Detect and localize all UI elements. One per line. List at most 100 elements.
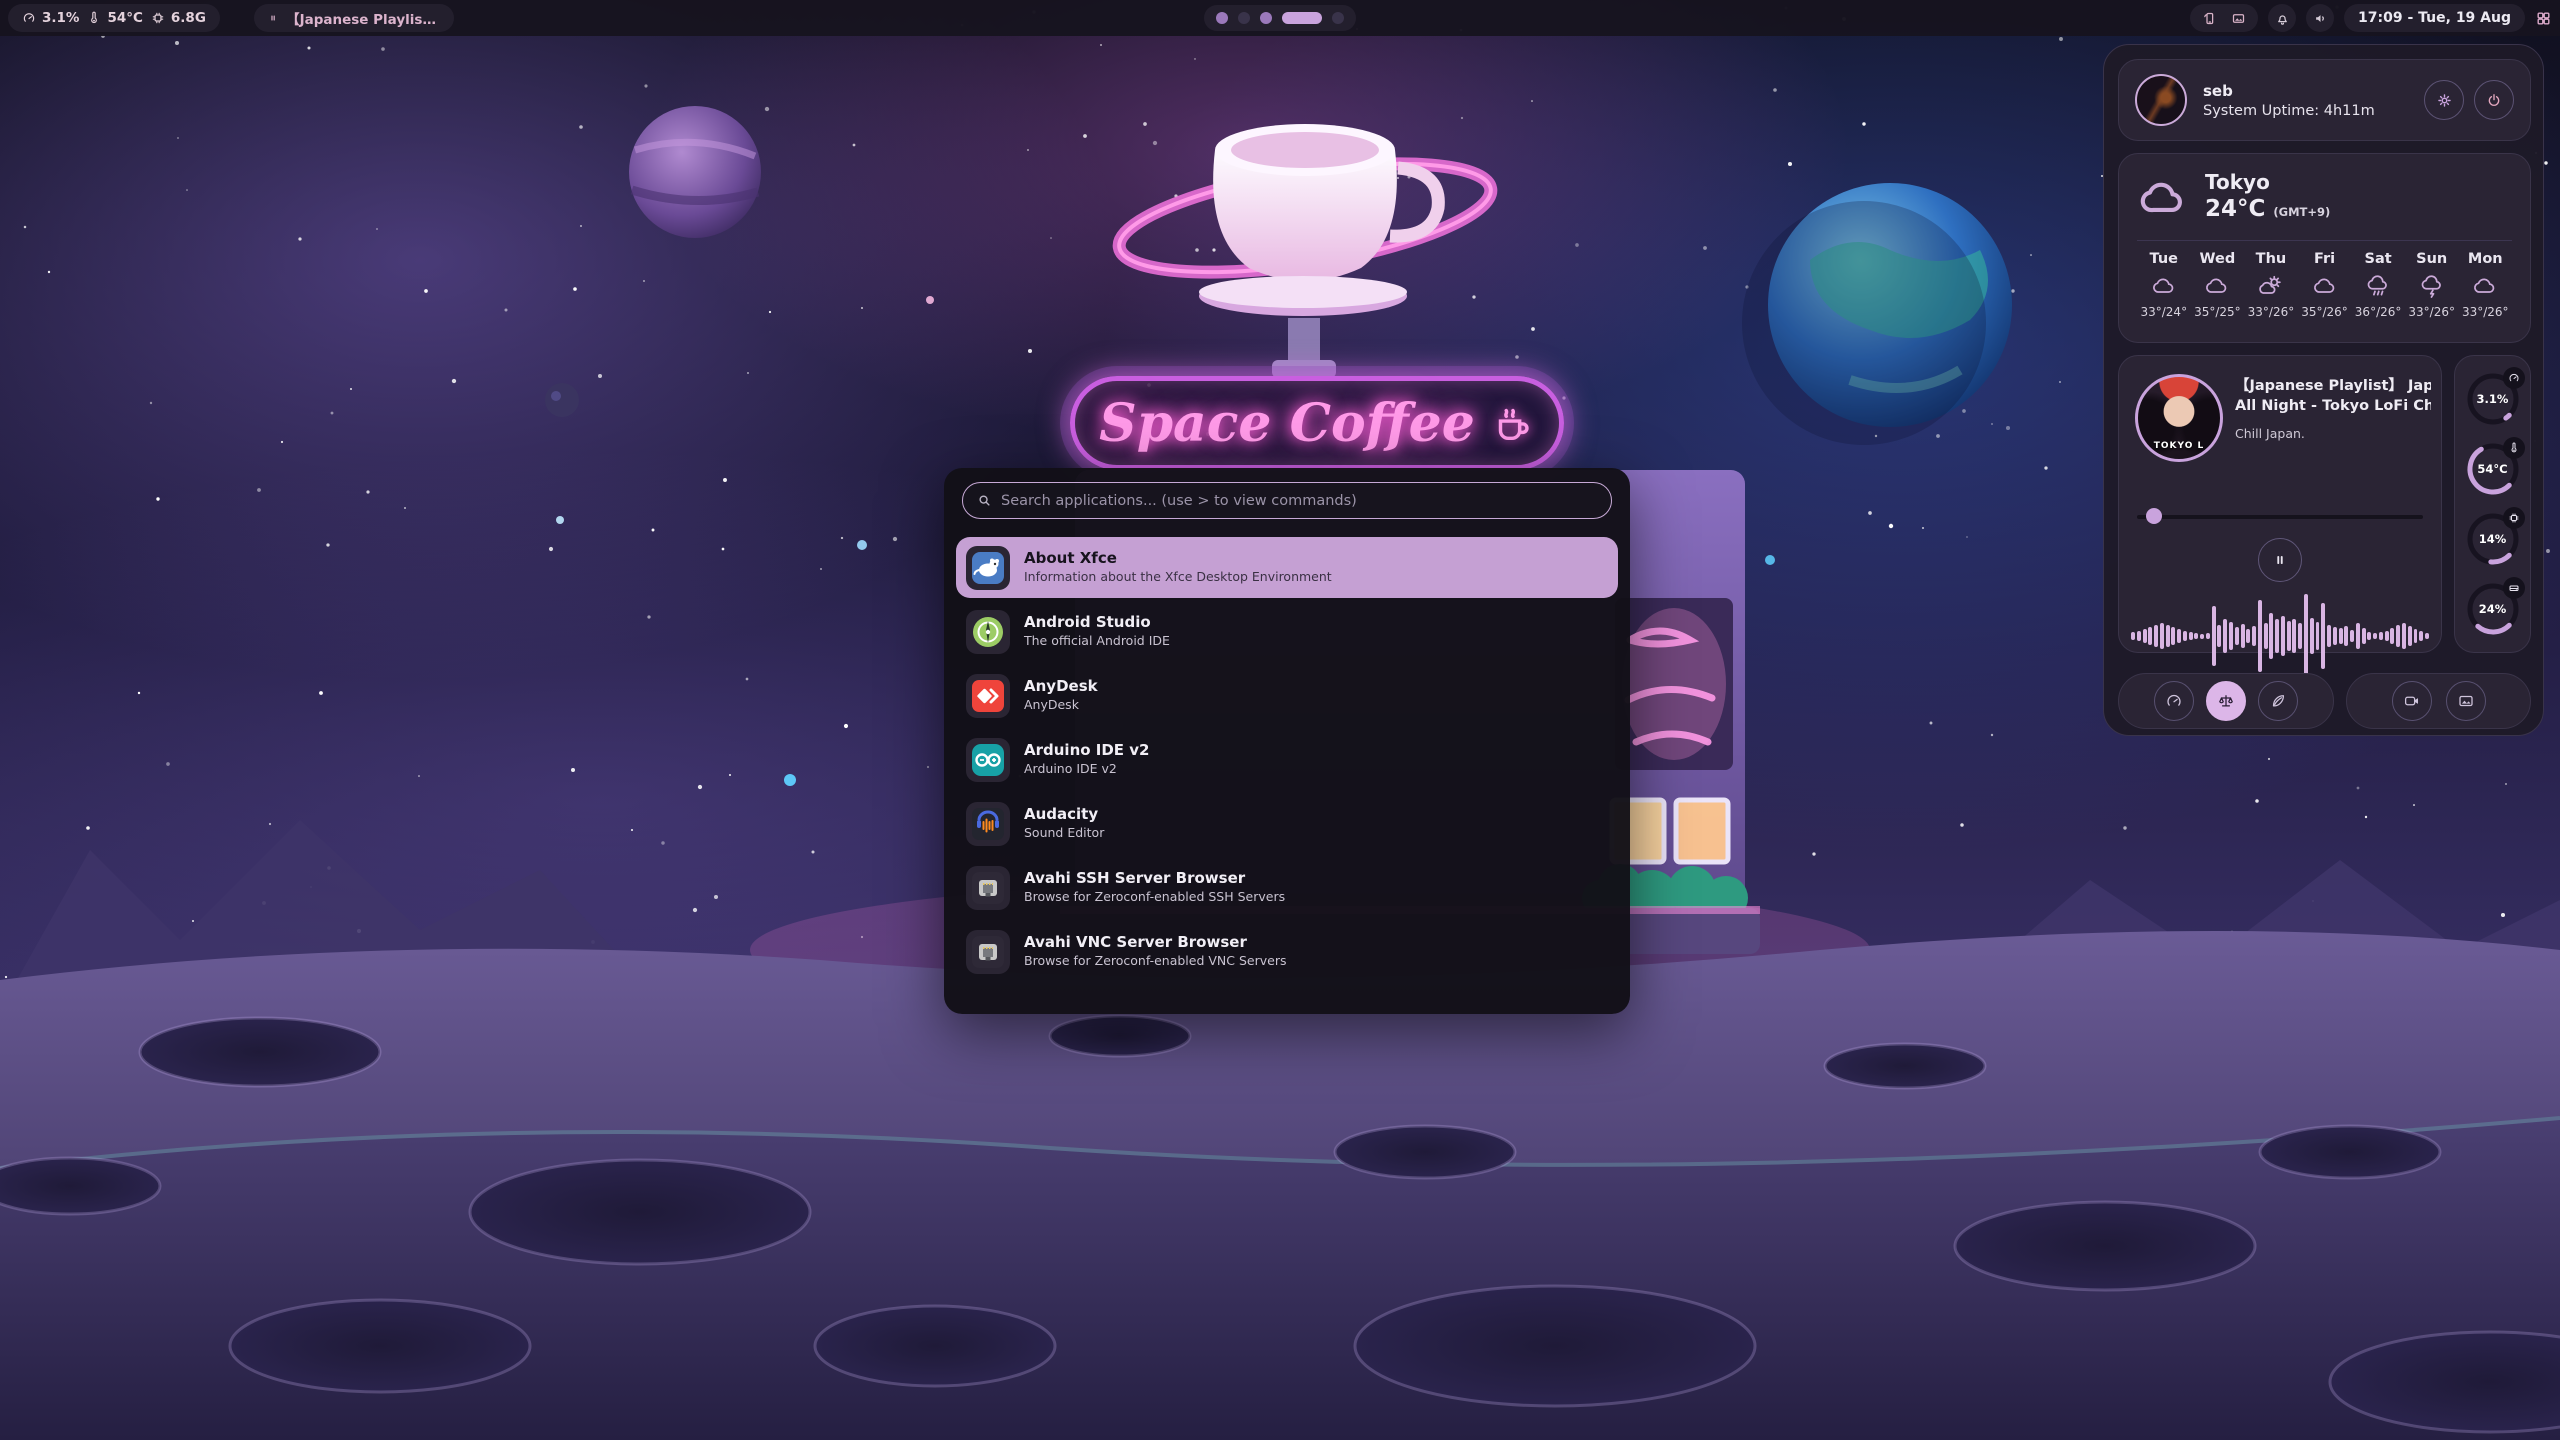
track-title-line1: 【Japanese Playlist】 Japan [2235, 376, 2431, 396]
speedometer-icon [2503, 367, 2525, 389]
gauge-value: 3.1% [2464, 392, 2522, 406]
app-name: Audacity [1024, 805, 1104, 825]
forecast-day: Mon [2468, 251, 2503, 267]
thermometer-icon [87, 11, 101, 25]
gauge-value: 24% [2464, 602, 2522, 616]
workspace-5-empty[interactable] [1332, 12, 1344, 24]
app-description: Browse for Zeroconf-enabled SSH Servers [1024, 889, 1285, 906]
workspace-3-occupied[interactable] [1260, 12, 1272, 24]
visualizer-bar [2252, 626, 2256, 646]
forecast-temps: 35°/26° [2301, 305, 2348, 319]
seek-knob[interactable] [2146, 508, 2162, 524]
visualizer-bar [2206, 633, 2210, 639]
avatar [2135, 74, 2187, 126]
cloud-icon [2204, 273, 2230, 299]
app-description: Browse for Zeroconf-enabled VNC Servers [1024, 953, 1286, 970]
clock-pill[interactable]: 17:09 - Tue, 19 Aug [2344, 4, 2525, 32]
chip-icon [2503, 507, 2525, 529]
visualizer-bar [2264, 623, 2268, 649]
visualizer-bar [2419, 631, 2423, 641]
app-row-android-studio[interactable]: Android StudioThe official Android IDE [956, 601, 1618, 662]
seek-bar[interactable] [2137, 508, 2423, 524]
forecast-tue: Tue33°/24° [2137, 251, 2191, 319]
power-profile-scales-active[interactable] [2206, 681, 2246, 721]
capture-card [2346, 673, 2531, 729]
user-card: seb System Uptime: 4h11m [2118, 59, 2531, 141]
album-art: TOKYO L [2135, 374, 2223, 462]
visualizer-bar [2258, 600, 2262, 672]
visualizer-bar [2367, 632, 2371, 640]
search-box[interactable] [962, 482, 1612, 519]
power-profile-leaf[interactable] [2258, 681, 2298, 721]
xfce-app-icon [966, 546, 1010, 590]
thermometer-icon [2503, 437, 2525, 459]
forecast-temps: 35°/25° [2194, 305, 2241, 319]
forecast-day: Thu [2256, 251, 2287, 267]
forecast-temps: 33°/26° [2462, 305, 2509, 319]
image-capture-button[interactable] [2446, 681, 2486, 721]
power-profile-speedometer[interactable] [2154, 681, 2194, 721]
arduino-app-icon [966, 738, 1010, 782]
visualizer-bar [2362, 628, 2366, 644]
partly-sunny-icon [2258, 273, 2284, 299]
search-input[interactable] [1001, 493, 1597, 509]
forecast-day: Sun [2416, 251, 2447, 267]
wallpaper-icon[interactable] [2231, 11, 2246, 26]
visualizer-bar [2177, 629, 2181, 643]
visualizer-bar [2298, 623, 2302, 649]
visualizer-bar [2194, 633, 2198, 639]
speedometer-icon [22, 11, 36, 25]
app-description: Arduino IDE v2 [1024, 761, 1150, 778]
forecast-temps: 36°/26° [2355, 305, 2402, 319]
visualizer-bar [2212, 606, 2216, 666]
visualizer-bar [2390, 628, 2394, 644]
visualizer-bar [2356, 623, 2360, 649]
forecast-day: Fri [2314, 251, 2335, 267]
visualizer-bar [2200, 634, 2204, 639]
app-row-arduino-ide-v2[interactable]: Arduino IDE v2Arduino IDE v2 [956, 729, 1618, 790]
visualizer-bar [2229, 622, 2233, 650]
forecast-day: Tue [2150, 251, 2178, 267]
workspace-1-occupied[interactable] [1216, 12, 1228, 24]
notifications-button[interactable] [2268, 4, 2296, 32]
now-playing-pill[interactable]: 【Japanese Playlist】 J... [254, 4, 454, 32]
forecast-temps: 33°/26° [2248, 305, 2295, 319]
audacity-app-icon [966, 802, 1010, 846]
video-capture-button[interactable] [2392, 681, 2432, 721]
power-button[interactable] [2474, 80, 2514, 120]
visualizer-bar [2269, 613, 2273, 659]
app-row-audacity[interactable]: AudacitySound Editor [956, 793, 1618, 854]
pause-button[interactable] [2258, 538, 2302, 582]
visualizer-bar [2246, 629, 2250, 643]
app-row-anydesk[interactable]: AnyDeskAnyDesk [956, 665, 1618, 726]
phone-link-icon[interactable] [2202, 11, 2217, 26]
system-uptime: System Uptime: 4h11m [2203, 103, 2375, 119]
app-row-avahi-vnc-server-browser[interactable]: Avahi VNC Server BrowserBrowse for Zeroc… [956, 921, 1618, 982]
visualizer-bar [2217, 625, 2221, 647]
dashboard-icon[interactable] [2535, 10, 2552, 27]
network-app-icon [966, 866, 1010, 910]
weather-cloud-icon [2137, 172, 2189, 228]
anydesk-app-icon [966, 674, 1010, 718]
workspace-4-active[interactable] [1282, 12, 1322, 24]
visualizer-bar [2425, 633, 2429, 639]
workspace-2-empty[interactable] [1238, 12, 1250, 24]
app-description: Information about the Xfce Desktop Envir… [1024, 569, 1332, 586]
control-panel: seb System Uptime: 4h11m Tokyo 24°C (GMT… [2103, 44, 2544, 736]
workspace-indicator[interactable] [1204, 5, 1356, 31]
system-stats-pill[interactable]: 3.1%54°C6.8G [8, 4, 220, 32]
settings-button[interactable] [2424, 80, 2464, 120]
seek-track [2137, 515, 2423, 519]
visualizer-bar [2287, 621, 2291, 651]
visualizer-bar [2408, 626, 2412, 646]
visualizer-bar [2344, 626, 2348, 646]
app-row-about-xfce[interactable]: About XfceInformation about the Xfce Des… [956, 537, 1618, 598]
app-row-avahi-ssh-server-browser[interactable]: Avahi SSH Server BrowserBrowse for Zeroc… [956, 857, 1618, 918]
app-name: Avahi VNC Server Browser [1024, 933, 1286, 953]
now-playing-label: 【Japanese Playlist】 J... [286, 8, 440, 28]
visualizer-bar [2189, 632, 2193, 640]
stat-speedometer: 3.1% [22, 10, 79, 26]
volume-button[interactable] [2306, 4, 2334, 32]
stat-thermometer: 54°C [87, 10, 142, 26]
forecast-day: Sat [2365, 251, 2392, 267]
